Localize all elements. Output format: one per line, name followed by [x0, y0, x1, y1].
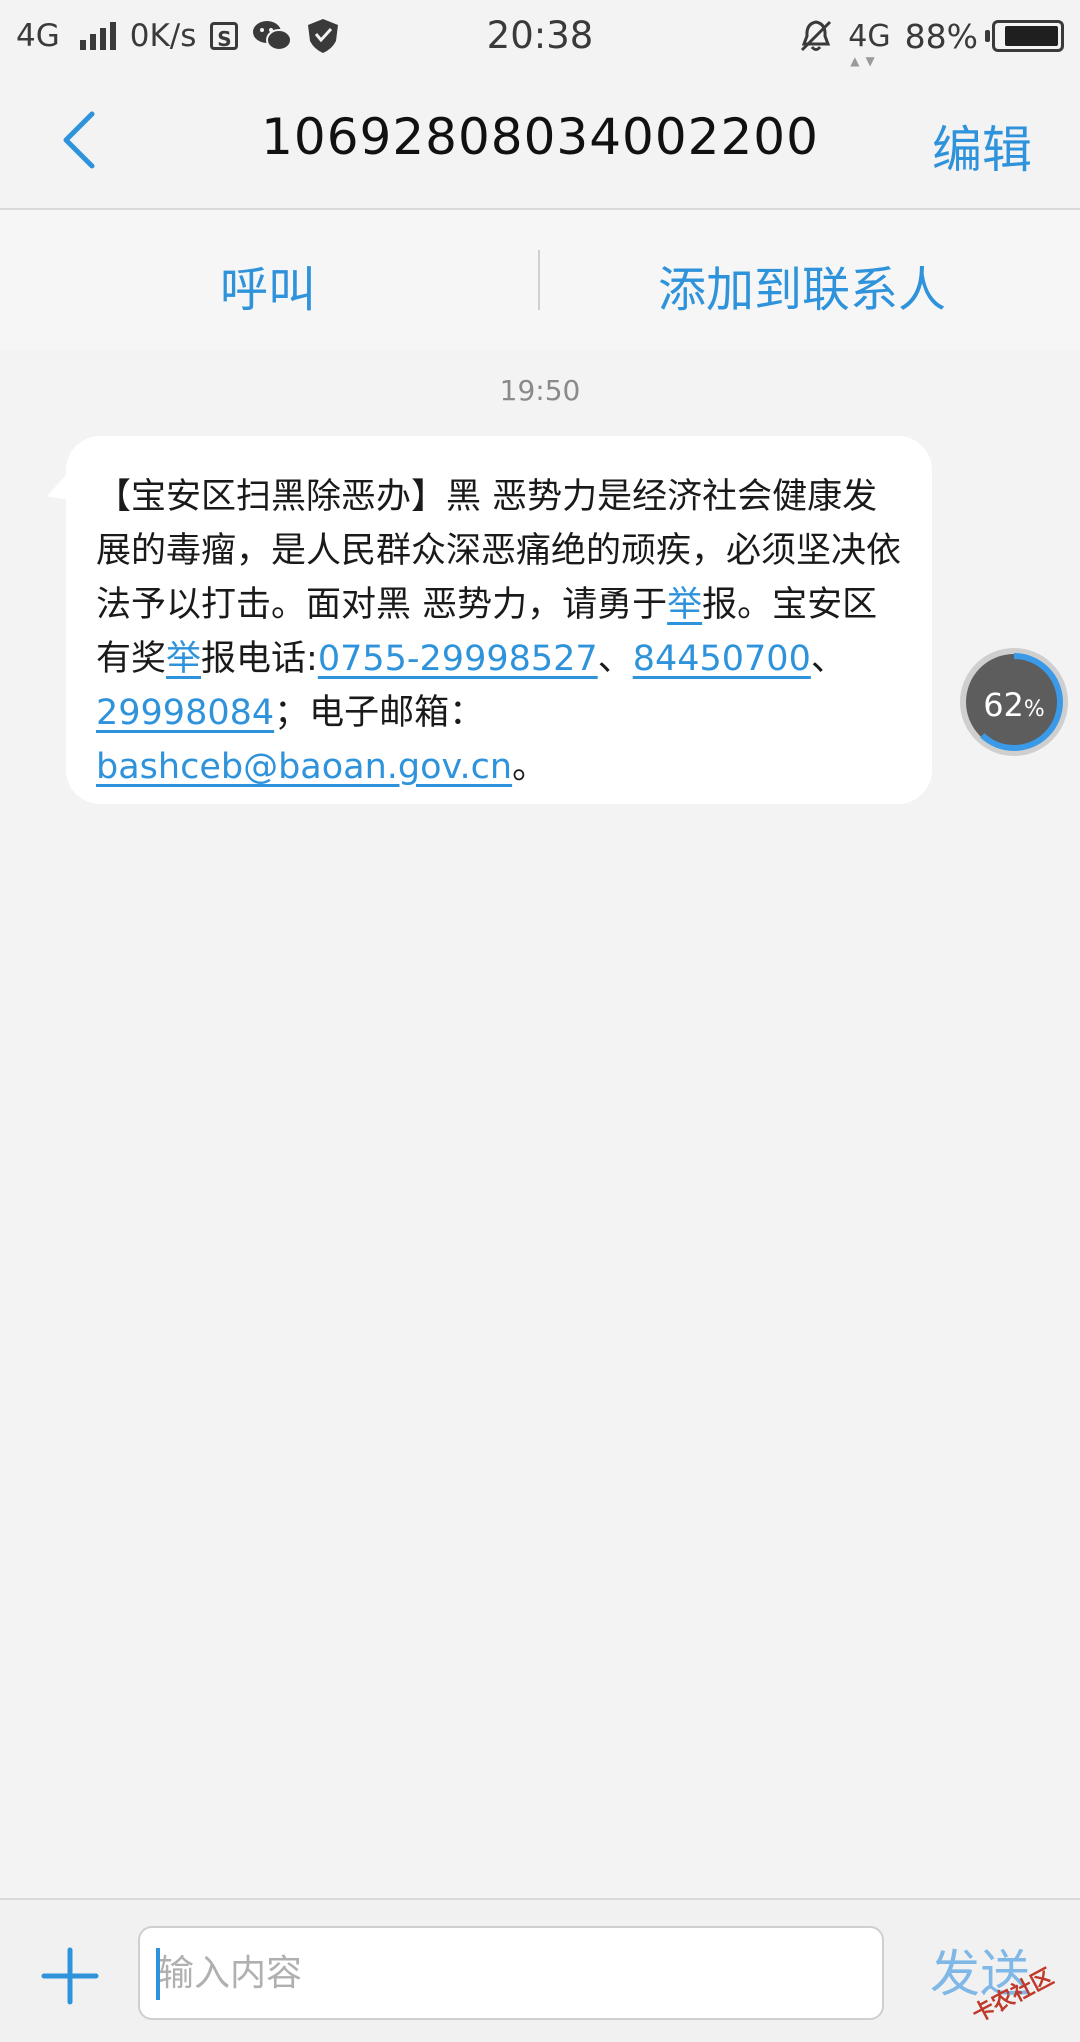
progress-unit: % — [1023, 697, 1045, 722]
contact-number-title: 10692808034002200 — [261, 108, 819, 166]
action-divider — [538, 250, 540, 310]
status-bar: 4G 0K/s S 20:38 4G ▲▼ 88% — [0, 0, 1080, 72]
separator: 、 — [810, 639, 846, 679]
report-link[interactable]: 举 — [166, 639, 201, 679]
email-link[interactable]: bashceb@baoan.gov.cn — [96, 747, 512, 787]
composer-bar: 发送 卡农社区 — [0, 1898, 1080, 2042]
message-bubble[interactable]: 【宝安区扫黑除恶办】黑 恶势力是经济社会健康发展的毒瘤，是人民群众深恶痛绝的顽疾… — [66, 436, 932, 804]
text-cursor — [156, 1948, 160, 2000]
battery-fill — [1005, 26, 1058, 46]
add-contact-button[interactable]: 添加到联系人 — [658, 250, 946, 320]
message-input[interactable] — [138, 1926, 884, 2020]
message-text: 报电话: — [201, 639, 318, 679]
message-timestamp: 19:50 — [499, 374, 581, 407]
report-link[interactable]: 举 — [667, 585, 702, 625]
battery-icon — [985, 20, 1064, 52]
phone-link[interactable]: 84450700 — [633, 639, 811, 679]
floating-progress-widget[interactable]: 62% — [960, 648, 1068, 756]
edit-button[interactable]: 编辑 — [932, 110, 1032, 182]
progress-value: 62% — [966, 686, 1062, 724]
mute-bell-icon — [801, 20, 832, 52]
contact-action-bar: 呼叫 添加到联系人 — [0, 210, 1080, 350]
message-text: ；电子邮箱： — [274, 693, 485, 733]
call-button[interactable]: 呼叫 — [220, 250, 316, 320]
header: 10692808034002200 编辑 — [0, 72, 1080, 210]
network-type-right: 4G ▲▼ — [848, 18, 891, 68]
battery-percent: 88% — [904, 16, 978, 56]
plus-icon[interactable] — [40, 1946, 100, 2006]
message-text: 。 — [512, 747, 548, 787]
status-right: 4G ▲▼ 88% — [798, 14, 1064, 68]
phone-link[interactable]: 29998084 — [96, 693, 274, 733]
phone-link[interactable]: 0755-29998527 — [318, 639, 598, 679]
network-type-right-label: 4G — [848, 18, 891, 54]
separator: 、 — [597, 639, 633, 679]
progress-number: 62 — [983, 686, 1024, 724]
